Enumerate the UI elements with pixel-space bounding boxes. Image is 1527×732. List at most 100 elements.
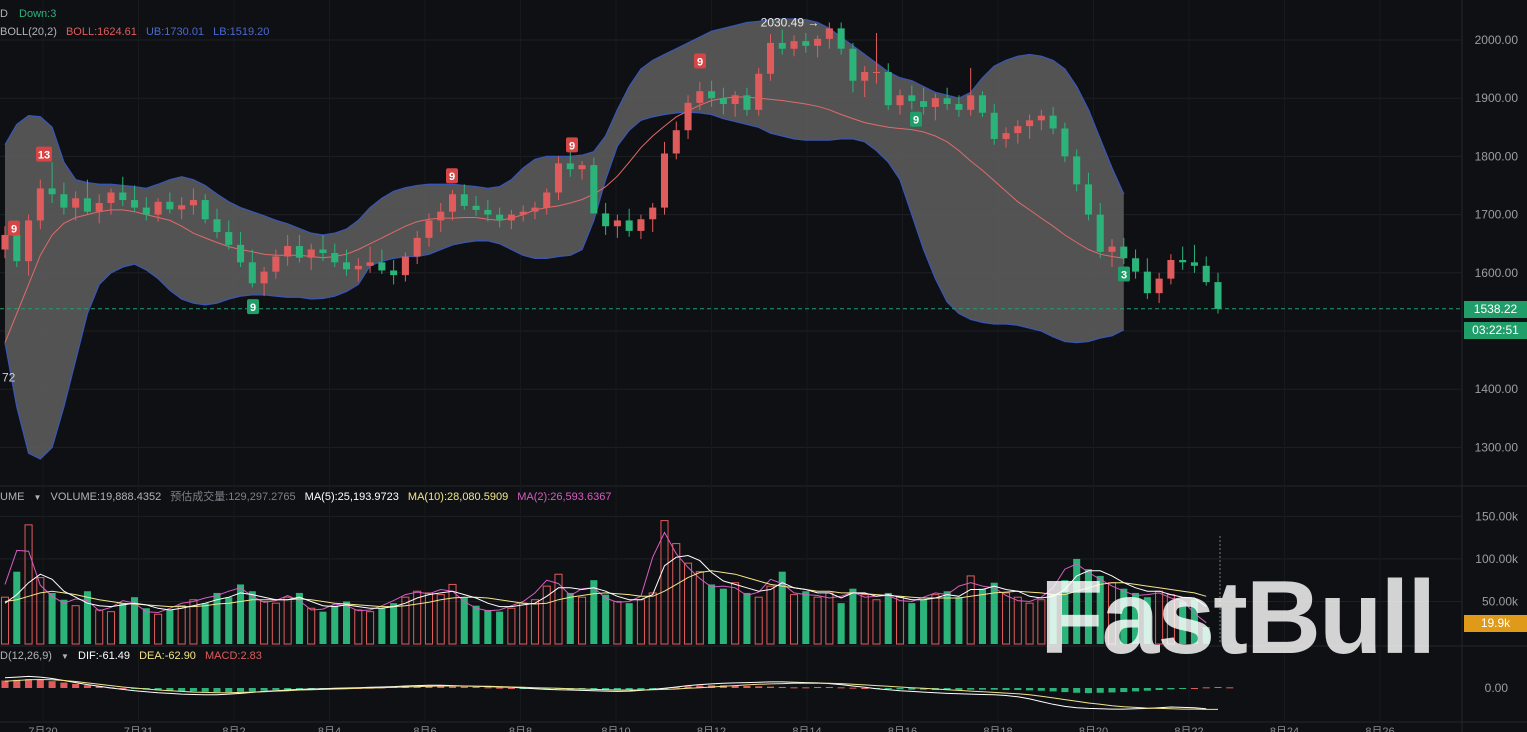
candle-body <box>519 211 527 215</box>
ma2-value: MA(2):26,593.6367 <box>517 491 612 503</box>
macd-histogram-bar <box>1049 688 1057 692</box>
macd-histogram-bar <box>1037 688 1045 691</box>
time-tick-label: 8月16 <box>888 726 917 732</box>
macd-histogram-bar <box>896 688 904 690</box>
volume-bar <box>978 588 986 644</box>
candle-body <box>154 201 162 215</box>
macd-histogram-bar <box>1108 688 1116 693</box>
volume-header[interactable]: UME ▼ VOLUME:19,888.4352 预估成交量:129,297.2… <box>0 488 611 504</box>
macd-histogram-bar <box>248 688 256 692</box>
candle-body <box>1002 133 1010 139</box>
candle-body <box>660 153 669 208</box>
volume-bar <box>743 592 751 644</box>
volume-bar <box>931 594 940 645</box>
low-price-label: 72 <box>2 371 16 385</box>
macd-dropdown-icon[interactable]: ▼ <box>61 652 69 661</box>
price-tick-label: 2000.00 <box>1475 33 1519 47</box>
candle-body <box>201 200 209 220</box>
price-tick-label: 1800.00 <box>1475 149 1519 163</box>
candle-body <box>825 28 833 39</box>
volume-bar <box>813 596 822 645</box>
volume-bar <box>966 575 975 645</box>
candle-body <box>908 95 916 102</box>
candle-body <box>766 42 775 74</box>
candle-body <box>684 102 692 131</box>
macd-histogram-bar <box>1120 688 1128 693</box>
macd-histogram-bar <box>1179 688 1187 689</box>
candle-body <box>967 95 975 110</box>
volume-dropdown-icon[interactable]: ▼ <box>34 493 42 502</box>
volume-bar <box>472 605 480 644</box>
candle-body <box>484 209 492 215</box>
candle-body <box>95 202 103 212</box>
candle-body <box>260 271 268 284</box>
time-tick-label: 8月14 <box>792 726 821 732</box>
volume-tick-label: 50.00k <box>1482 594 1519 608</box>
macd-histogram-bar <box>72 683 80 688</box>
time-tick-label: 8月12 <box>697 726 726 732</box>
price-tick-label: 1700.00 <box>1475 208 1519 222</box>
macd-histogram-bar <box>507 688 515 689</box>
macd-histogram-bar <box>861 688 869 689</box>
macd-header[interactable]: D(12,26,9) ▼ DIF:-61.49 DEA:-62.90 MACD:… <box>0 650 262 662</box>
candle-body <box>1190 262 1198 266</box>
candle-body <box>354 265 362 270</box>
candle-body <box>1214 282 1222 309</box>
candle-body <box>708 91 716 99</box>
candle-body <box>213 219 221 233</box>
td-sequential-label: 9 <box>913 115 919 127</box>
candle-body <box>602 213 610 227</box>
volume-bar <box>802 591 810 644</box>
volume-bar <box>731 582 740 645</box>
macd-histogram-bar <box>1014 688 1022 691</box>
last-volume-tag: 19.9k <box>1464 615 1527 632</box>
candle-body <box>1014 126 1022 134</box>
macd-histogram-bar <box>825 686 833 688</box>
macd-histogram-bar <box>955 688 963 691</box>
volume-tick-label: 150.00k <box>1475 509 1519 523</box>
macd-histogram-bar <box>849 687 857 689</box>
macd-histogram-bar <box>1143 688 1151 691</box>
macd-histogram-bar <box>802 687 810 689</box>
macd-histogram-bar <box>978 688 986 690</box>
volume-tick-label: 100.00k <box>1475 552 1519 566</box>
time-tick-label: 8月20 <box>1079 726 1108 732</box>
candle-body <box>378 262 386 271</box>
volume-indicator-name: UME <box>0 491 25 503</box>
candle-body <box>60 194 68 208</box>
candle-body <box>884 72 892 106</box>
volume-bar <box>695 571 704 645</box>
candle-body <box>119 192 127 201</box>
candle-body <box>778 42 786 49</box>
volume-bar <box>660 520 669 645</box>
candle-body <box>284 246 292 257</box>
time-tick-label: 8月8 <box>509 726 532 732</box>
macd-histogram-bar <box>1167 688 1175 690</box>
volume-bar <box>119 603 127 644</box>
macd-histogram-bar <box>201 688 209 692</box>
volume-bar <box>578 596 587 645</box>
macd-histogram-bar <box>1226 687 1234 689</box>
macd-histogram-bar <box>189 688 197 692</box>
macd-histogram-bar <box>213 688 221 693</box>
volume-bar <box>849 588 857 644</box>
bollinger-band-fill <box>5 19 1124 459</box>
time-tick-label: 8月22 <box>1174 726 1203 732</box>
price-header: D Down:3 <box>0 8 57 20</box>
volume-bar <box>319 611 327 644</box>
volume-bar <box>436 594 445 645</box>
macd-histogram-bar <box>884 688 892 690</box>
macd-histogram-bar <box>1084 688 1092 694</box>
macd-histogram-bar <box>448 686 457 688</box>
macd-tick-label: 0.00 <box>1485 681 1509 695</box>
boll-header[interactable]: BOLL(20,2) BOLL:1624.61 UB:1730.01 LB:15… <box>0 26 269 38</box>
candle-body <box>755 73 763 110</box>
dea-value: DEA:-62.90 <box>139 650 196 662</box>
volume-bar <box>943 591 951 644</box>
volume-bar <box>484 609 492 644</box>
watermark-logo: FastBull <box>1040 560 1436 676</box>
td-sequential-label: 13 <box>38 150 50 162</box>
candle-body <box>401 256 409 276</box>
volume-bar <box>378 608 386 644</box>
volume-bar <box>342 601 351 644</box>
